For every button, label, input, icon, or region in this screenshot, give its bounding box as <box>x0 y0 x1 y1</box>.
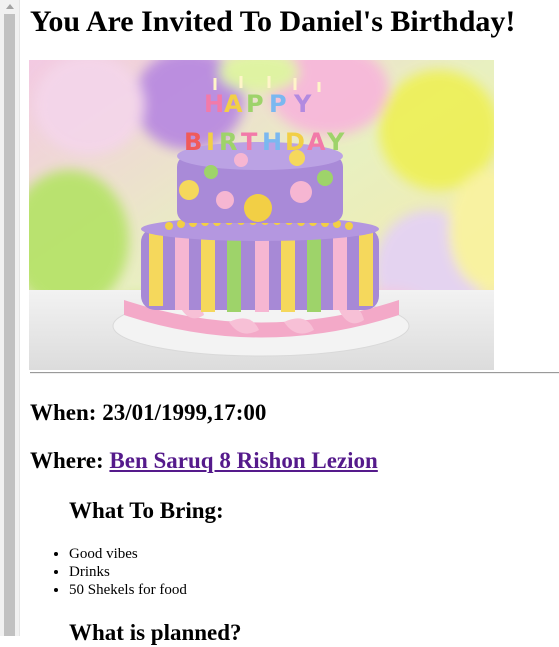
list-item: Drinks <box>69 563 187 581</box>
scroll-up-arrow-icon[interactable] <box>6 4 14 9</box>
cake-topper-letter: D <box>285 128 305 156</box>
event-date-time: When: 23/01/1999,17:00 <box>30 400 267 425</box>
what-to-bring-list: Good vibes Drinks 50 Shekels for food <box>30 545 187 599</box>
cake-topper-letter: I <box>206 128 215 156</box>
page-title: You Are Invited To Daniel's Birthday! <box>30 5 516 38</box>
cake-topper-letter: Y <box>326 128 345 156</box>
cake-topper-letter: H <box>204 90 224 118</box>
cake-topper-letter: R <box>219 128 237 156</box>
location-address-link[interactable]: Ben Saruq 8 Rishon Lezion <box>109 448 377 473</box>
cake-topper-letter: B <box>184 128 202 156</box>
location-label: Where: <box>30 448 110 473</box>
cake-topper-letter: A <box>307 128 326 156</box>
cake-topper-letter: P <box>246 90 264 118</box>
cake-topper-letter: A <box>224 90 243 118</box>
list-item: 50 Shekels for food <box>69 581 187 599</box>
cake-topper-letter: T <box>241 128 258 156</box>
vertical-scrollbar[interactable] <box>0 0 20 636</box>
cake-topper-letter: H <box>262 128 282 156</box>
scrollbar-thumb[interactable] <box>4 14 15 636</box>
what-to-bring-heading: What To Bring: <box>69 498 224 523</box>
what-is-planned-heading: What is planned? <box>69 620 242 645</box>
birthday-cake-image: H A P P Y B I R T H D A Y <box>29 60 494 370</box>
divider <box>30 372 559 374</box>
event-location: Where: Ben Saruq 8 Rishon Lezion <box>30 447 378 475</box>
cake-topper-letter: P <box>269 90 287 118</box>
cake-topper-letter: Y <box>293 90 312 118</box>
list-item: Good vibes <box>69 545 187 563</box>
